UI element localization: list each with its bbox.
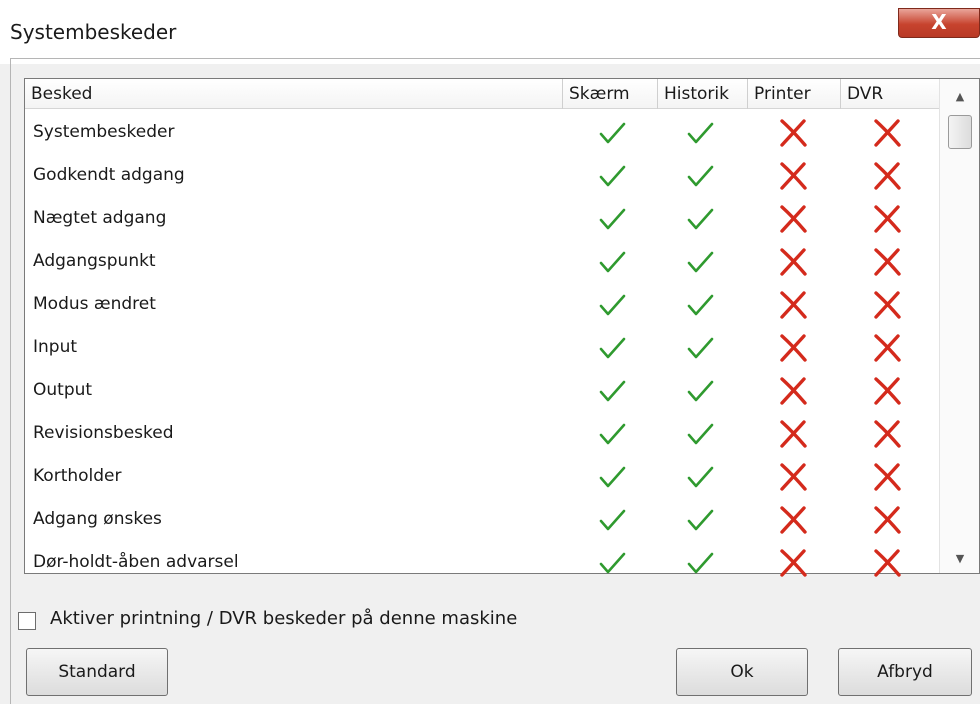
check-icon[interactable] (596, 246, 628, 278)
list-header: Besked Skærm Historik Printer DVR (25, 79, 939, 109)
cross-icon[interactable] (871, 203, 903, 235)
row-label: Output (33, 380, 93, 400)
check-icon[interactable] (684, 160, 716, 192)
cross-icon[interactable] (777, 117, 809, 149)
window-title: Systembeskeder (10, 20, 177, 44)
cross-icon[interactable] (777, 246, 809, 278)
enable-printing-checkbox[interactable] (18, 612, 36, 630)
cross-icon[interactable] (777, 418, 809, 450)
check-icon[interactable] (684, 117, 716, 149)
scroll-up-icon[interactable]: ▲ (950, 87, 970, 107)
check-icon[interactable] (684, 246, 716, 278)
message-list: Besked Skærm Historik Printer DVR System… (24, 78, 980, 577)
cross-icon[interactable] (871, 160, 903, 192)
standard-button[interactable]: Standard (26, 648, 168, 696)
row-label: Kortholder (33, 466, 122, 486)
column-header-dvr[interactable]: DVR (841, 79, 939, 109)
check-icon[interactable] (684, 504, 716, 536)
cross-icon[interactable] (871, 418, 903, 450)
table-row[interactable]: Output (25, 369, 939, 412)
cross-icon[interactable] (777, 160, 809, 192)
row-label: Modus ændret (33, 294, 156, 314)
check-icon[interactable] (684, 547, 716, 579)
cancel-button[interactable]: Afbryd (838, 648, 972, 696)
check-icon[interactable] (684, 375, 716, 407)
row-label: Revisionsbesked (33, 423, 174, 443)
row-label: Nægtet adgang (33, 208, 167, 228)
table-row[interactable]: Input (25, 326, 939, 369)
enable-printing-label: Aktiver printning / DVR beskeder på denn… (50, 608, 518, 629)
check-icon[interactable] (596, 418, 628, 450)
check-icon[interactable] (596, 504, 628, 536)
dialog-window: Systembeskeder X Besked Skærm Historik P… (0, 0, 980, 704)
row-label: Input (33, 337, 78, 357)
row-label: Systembeskeder (33, 122, 175, 142)
cross-icon[interactable] (777, 289, 809, 321)
cross-icon[interactable] (777, 203, 809, 235)
cross-icon[interactable] (871, 332, 903, 364)
table-row[interactable]: Revisionsbesked (25, 412, 939, 455)
table-row[interactable]: Systembeskeder (25, 111, 939, 154)
check-icon[interactable] (596, 547, 628, 579)
column-header-historik[interactable]: Historik (658, 79, 748, 109)
cross-icon[interactable] (777, 547, 809, 579)
cross-icon[interactable] (871, 375, 903, 407)
check-icon[interactable] (684, 203, 716, 235)
cross-icon[interactable] (777, 504, 809, 536)
table-row[interactable]: Adgang ønskes (25, 498, 939, 541)
cross-icon[interactable] (871, 504, 903, 536)
cross-icon[interactable] (871, 547, 903, 579)
table-row[interactable]: Kortholder (25, 455, 939, 498)
check-icon[interactable] (684, 289, 716, 321)
close-button[interactable]: X (898, 8, 980, 38)
check-icon[interactable] (684, 418, 716, 450)
table-row[interactable]: Godkendt adgang (25, 154, 939, 197)
table-row[interactable]: Dør-holdt-åben advarsel (25, 541, 939, 584)
column-header-printer[interactable]: Printer (748, 79, 841, 109)
check-icon[interactable] (596, 203, 628, 235)
cross-icon[interactable] (777, 332, 809, 364)
cross-icon[interactable] (871, 289, 903, 321)
cross-icon[interactable] (871, 461, 903, 493)
cross-icon[interactable] (871, 117, 903, 149)
table-row[interactable]: Modus ændret (25, 283, 939, 326)
check-icon[interactable] (684, 461, 716, 493)
title-bar: Systembeskeder X (0, 0, 980, 64)
cross-icon[interactable] (871, 246, 903, 278)
check-icon[interactable] (596, 289, 628, 321)
check-icon[interactable] (596, 160, 628, 192)
row-label: Godkendt adgang (33, 165, 185, 185)
check-icon[interactable] (596, 375, 628, 407)
check-icon[interactable] (596, 332, 628, 364)
table-row[interactable]: Adgangspunkt (25, 240, 939, 283)
row-label: Dør-holdt-åben advarsel (33, 552, 239, 572)
vertical-scrollbar[interactable]: ▲ ▼ (939, 79, 979, 573)
row-label: Adgang ønskes (33, 509, 162, 529)
scroll-thumb[interactable] (948, 115, 972, 149)
table-row[interactable]: Nægtet adgang (25, 197, 939, 240)
check-icon[interactable] (596, 117, 628, 149)
cross-icon[interactable] (777, 375, 809, 407)
column-header-besked[interactable]: Besked (25, 79, 563, 109)
check-icon[interactable] (684, 332, 716, 364)
cross-icon[interactable] (777, 461, 809, 493)
ok-button[interactable]: Ok (676, 648, 808, 696)
check-icon[interactable] (596, 461, 628, 493)
row-label: Adgangspunkt (33, 251, 156, 271)
column-header-skaerm[interactable]: Skærm (563, 79, 658, 109)
scroll-down-icon[interactable]: ▼ (950, 549, 970, 569)
